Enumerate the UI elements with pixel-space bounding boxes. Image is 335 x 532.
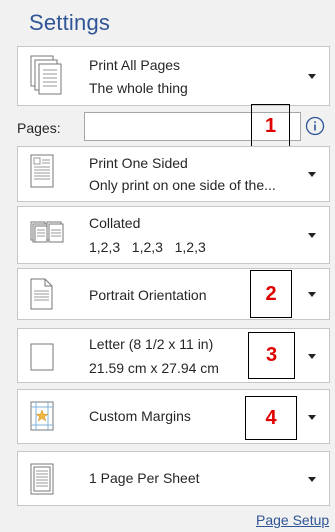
chevron-down-icon [308, 233, 316, 238]
paper-size-label: Letter (8 1/2 x 11 in) [89, 336, 214, 352]
pages-per-sheet-label: 1 Page Per Sheet [89, 470, 200, 486]
portrait-icon [30, 278, 53, 310]
margins-label: Custom Margins [89, 408, 191, 424]
collation-dropdown[interactable]: Collated 1,2,3 1,2,3 1,2,3 [17, 206, 330, 264]
info-icon[interactable] [305, 116, 325, 136]
settings-title: Settings [29, 10, 111, 35]
sides-description: Only print on one side of the... [89, 177, 276, 193]
chevron-down-icon [308, 74, 316, 79]
collation-label: Collated [89, 215, 141, 231]
callout-3: 3 [248, 332, 295, 379]
pages-label: Pages: [17, 120, 61, 136]
pages-stack-icon [30, 55, 62, 95]
paper-size-icon [30, 343, 54, 371]
chevron-down-icon [308, 172, 316, 177]
callout-4: 4 [245, 396, 297, 440]
collation-description: 1,2,3 1,2,3 1,2,3 [89, 239, 206, 255]
print-pages-label: Print All Pages [89, 57, 181, 73]
sides-label: Print One Sided [89, 155, 188, 171]
chevron-down-icon [308, 354, 316, 359]
margins-icon [30, 401, 54, 431]
print-pages-dropdown[interactable]: Print All Pages The whole thing [17, 46, 330, 106]
pages-per-sheet-dropdown[interactable]: 1 Page Per Sheet [17, 451, 330, 506]
chevron-down-icon [308, 477, 316, 482]
callout-2: 2 [250, 270, 292, 318]
page-per-sheet-icon [30, 463, 54, 495]
orientation-label: Portrait Orientation [89, 287, 207, 303]
chevron-down-icon [308, 415, 316, 420]
paper-size-description: 21.59 cm x 27.94 cm [89, 360, 219, 376]
one-sided-icon [30, 154, 54, 188]
collated-icon [30, 221, 64, 243]
chevron-down-icon [308, 292, 316, 297]
page-setup-link[interactable]: Page Setup [256, 512, 329, 528]
callout-1: 1 [251, 104, 290, 148]
sides-dropdown[interactable]: Print One Sided Only print on one side o… [17, 146, 330, 202]
print-pages-description: The whole thing [89, 80, 188, 96]
